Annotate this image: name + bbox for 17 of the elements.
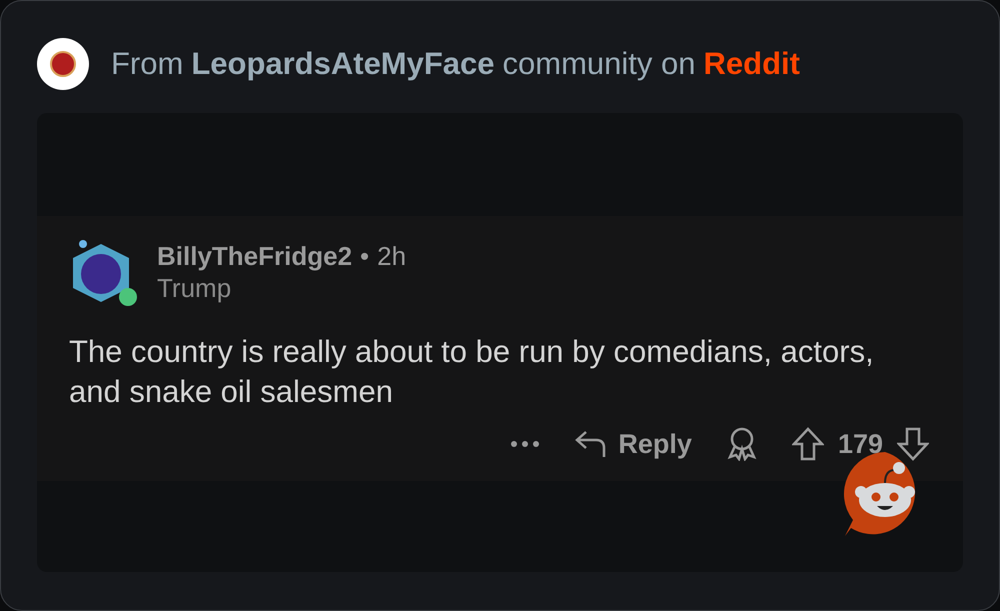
header-text: From <box>111 44 184 83</box>
community-avatar-icon <box>37 38 89 90</box>
comment-body: The country is really about to be run by comedians, actors, and snake oil salesmen <box>69 333 875 411</box>
header-text: community on <box>502 44 696 83</box>
reply-arrow-icon <box>574 429 608 460</box>
more-options-icon[interactable] <box>510 440 540 448</box>
site-link[interactable]: Reddit <box>704 40 800 88</box>
vote-score: 179 <box>838 428 883 461</box>
user-flair: Trump <box>157 272 232 304</box>
award-icon[interactable] <box>726 427 758 462</box>
upvote-arrow-icon[interactable] <box>792 427 824 462</box>
comment-time: 2h <box>377 240 406 272</box>
separator-dot: • <box>360 240 370 272</box>
community-link[interactable]: LeopardsAteMyFace <box>191 40 495 88</box>
downvote-arrow-icon[interactable] <box>897 427 929 462</box>
reply-button[interactable]: Reply <box>574 424 692 464</box>
comment-author[interactable]: BillyTheFridge2 <box>157 240 352 272</box>
